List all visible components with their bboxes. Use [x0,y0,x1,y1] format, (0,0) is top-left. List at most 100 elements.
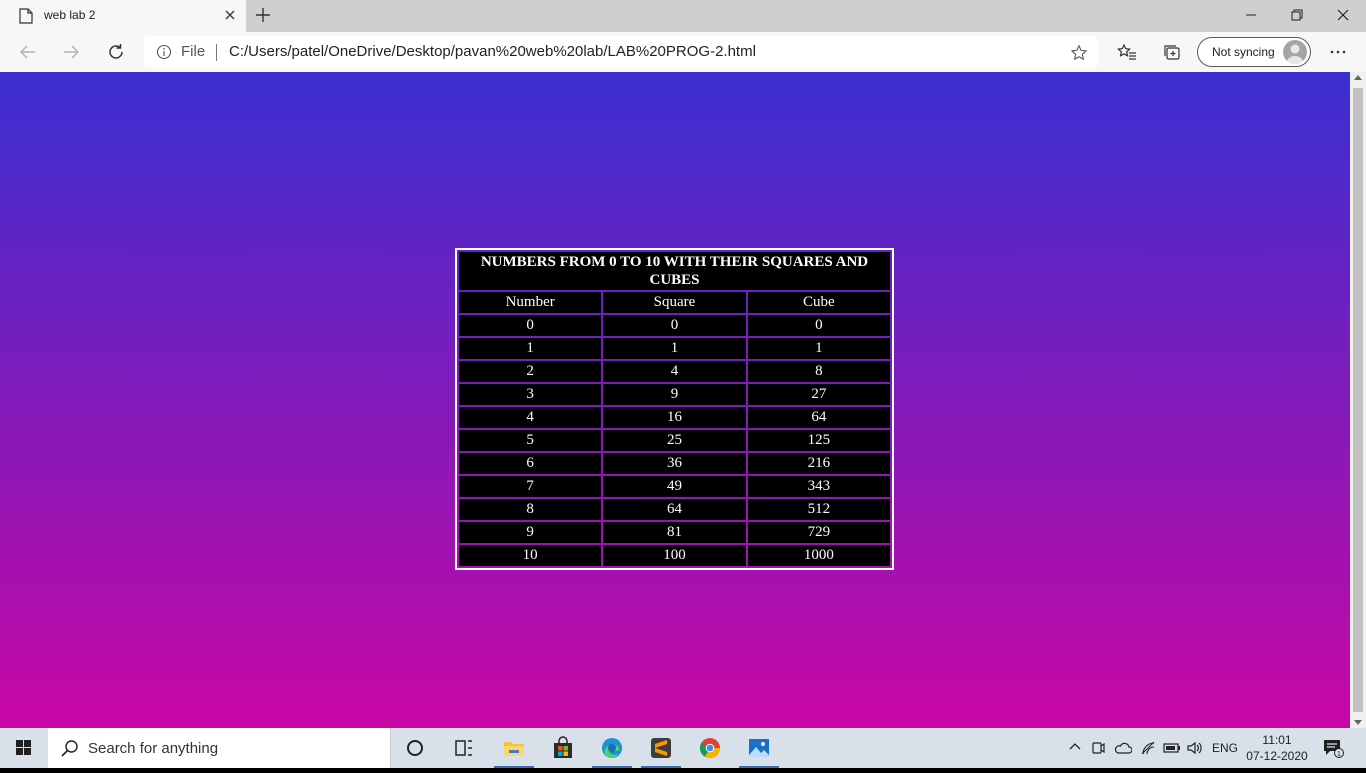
meet-now-icon[interactable] [1090,740,1106,761]
scroll-up-icon[interactable] [1354,75,1362,80]
sync-label: Not syncing [1212,45,1275,59]
table-row: 8 64 512 [459,499,890,520]
number-cell: 3 [459,384,602,405]
address-bar[interactable]: File C:/Users/patel/OneDrive/Desktop/pav… [144,36,1098,68]
number-cell: 8 [459,499,602,520]
edge-icon[interactable] [588,728,636,768]
minimize-icon[interactable] [1244,8,1258,27]
square-cell: 25 [603,430,746,451]
sublime-text-icon[interactable] [637,728,685,768]
close-window-icon[interactable] [1336,8,1350,27]
square-cell: 16 [603,407,746,428]
cube-cell: 343 [747,476,890,497]
file-explorer-icon[interactable] [490,728,538,768]
square-cell: 100 [603,545,746,566]
numbers-table: NUMBERS FROM 0 TO 10 WITH THEIR SQUARES … [455,248,894,570]
start-button[interactable] [0,728,48,768]
square-cell: 36 [603,453,746,474]
taskbar: Search for anything ENG 11:01 07-12-2020… [0,728,1366,768]
number-cell: 2 [459,361,602,382]
page-viewport: NUMBERS FROM 0 TO 10 WITH THEIR SQUARES … [0,72,1350,728]
scrollbar-thumb[interactable] [1353,88,1363,712]
table-row: 10 100 1000 [459,545,890,566]
info-icon[interactable] [156,44,172,65]
header-cube: Cube [747,292,890,313]
number-cell: 6 [459,453,602,474]
square-cell: 4 [603,361,746,382]
number-cell: 10 [459,545,602,566]
page-icon [19,8,33,29]
address-scheme-label: File [181,43,206,60]
cube-cell: 8 [747,361,890,382]
tab-web-lab-2[interactable]: web lab 2 [0,0,246,32]
header-square: Square [603,292,746,313]
sync-status-button[interactable]: Not syncing [1197,37,1311,67]
cube-cell: 729 [747,522,890,543]
scroll-down-icon[interactable] [1354,720,1362,725]
cube-cell: 1 [747,338,890,359]
tab-close-icon[interactable] [223,8,237,27]
volume-icon[interactable] [1186,740,1204,761]
table-row: 248 [459,361,890,382]
number-cell: 0 [459,315,602,336]
number-cell: 9 [459,522,602,543]
cube-cell: 1000 [747,545,890,566]
search-icon [60,738,80,763]
table-row: 4 16 64 [459,407,890,428]
table-row: 000 [459,315,890,336]
table-row: 6 36 216 [459,453,890,474]
forward-icon[interactable] [61,42,81,67]
search-placeholder: Search for anything [88,740,219,757]
clock[interactable]: 11:01 07-12-2020 [1244,732,1310,764]
table-row: 5 25 125 [459,430,890,451]
photos-icon[interactable] [735,728,783,768]
taskbar-search-box[interactable]: Search for anything [48,728,391,768]
vertical-scrollbar[interactable] [1350,72,1366,728]
favorites-icon[interactable] [1117,42,1137,67]
square-cell: 0 [603,315,746,336]
tab-title: web lab 2 [44,8,96,22]
task-view-icon[interactable] [440,728,488,768]
navigation-bar: File C:/Users/patel/OneDrive/Desktop/pav… [0,32,1366,73]
chrome-icon[interactable] [686,728,734,768]
show-hidden-icons-icon[interactable] [1068,740,1082,759]
cube-cell: 512 [747,499,890,520]
language-indicator[interactable]: ENG [1212,741,1238,755]
number-cell: 7 [459,476,602,497]
table-row: 3 9 27 [459,384,890,405]
clock-date: 07-12-2020 [1246,749,1308,763]
onedrive-icon[interactable] [1114,740,1133,761]
restore-icon[interactable] [1290,8,1304,27]
cube-cell: 27 [747,384,890,405]
store-icon[interactable] [539,728,587,768]
square-cell: 1 [603,338,746,359]
cube-cell: 216 [747,453,890,474]
square-cell: 49 [603,476,746,497]
new-tab-icon[interactable] [254,6,272,29]
clock-time: 11:01 [1262,733,1292,747]
square-cell: 9 [603,384,746,405]
number-cell: 4 [459,407,602,428]
cortana-icon[interactable] [391,728,439,768]
collections-icon[interactable] [1162,42,1182,67]
refresh-icon[interactable] [106,42,126,67]
favorite-star-icon[interactable] [1070,44,1088,67]
number-cell: 5 [459,430,602,451]
table-caption: NUMBERS FROM 0 TO 10 WITH THEIR SQUARES … [459,252,890,290]
more-options-icon[interactable] [1328,42,1348,67]
square-cell: 81 [603,522,746,543]
table-row: 9 81 729 [459,522,890,543]
tab-strip: web lab 2 [0,0,1366,32]
battery-icon[interactable] [1163,740,1181,761]
cube-cell: 0 [747,315,890,336]
wifi-icon[interactable] [1140,740,1156,761]
cube-cell: 64 [747,407,890,428]
notification-count: 1 [1337,751,1341,758]
number-cell: 1 [459,338,602,359]
action-center-icon[interactable]: 1 [1322,737,1344,764]
cube-cell: 125 [747,430,890,451]
url-text[interactable]: C:/Users/patel/OneDrive/Desktop/pavan%20… [229,43,756,60]
table-row: 111 [459,338,890,359]
back-icon[interactable] [18,42,38,67]
table-row: 7 49 343 [459,476,890,497]
